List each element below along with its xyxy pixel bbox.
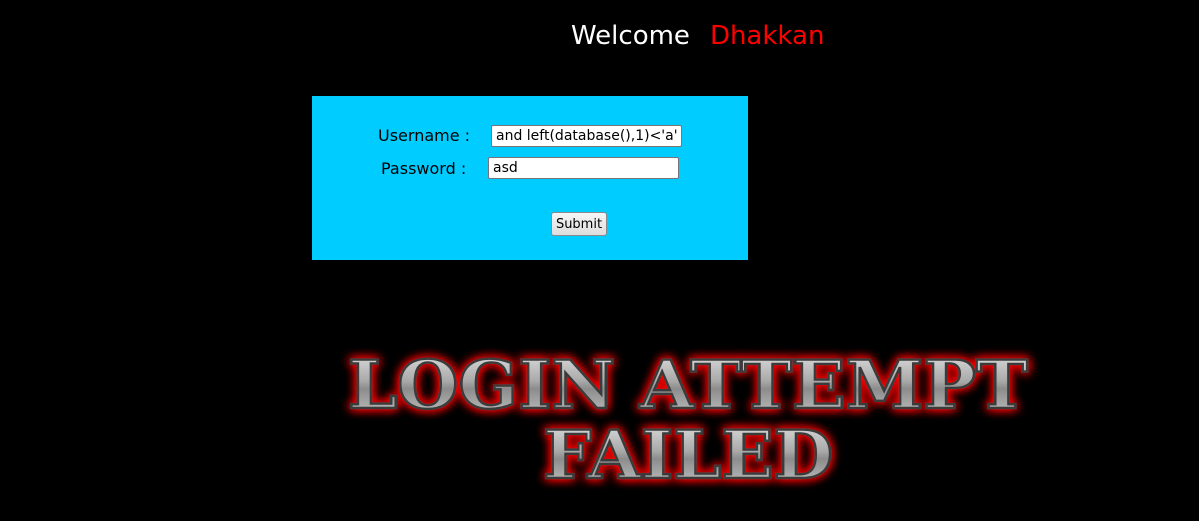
login-failed-banner: LOGIN ATTEMPT FAILED <box>347 345 1030 496</box>
password-input[interactable] <box>488 157 679 179</box>
banner-line-1: LOGIN ATTEMPT <box>348 346 1028 424</box>
user-name: Dhakkan <box>709 21 825 51</box>
username-input[interactable] <box>491 125 682 147</box>
username-label: Username : <box>378 126 471 145</box>
submit-button[interactable]: Submit <box>551 212 607 236</box>
password-label: Password : <box>381 159 467 178</box>
page: Welcome Dhakkan Username : Password : Sub… <box>0 0 1199 521</box>
welcome-header: Welcome Dhakkan <box>571 19 824 53</box>
welcome-text: Welcome <box>571 21 690 51</box>
banner-line-2: FAILED <box>543 416 833 494</box>
login-form: Username : Password : Submit <box>312 96 748 260</box>
